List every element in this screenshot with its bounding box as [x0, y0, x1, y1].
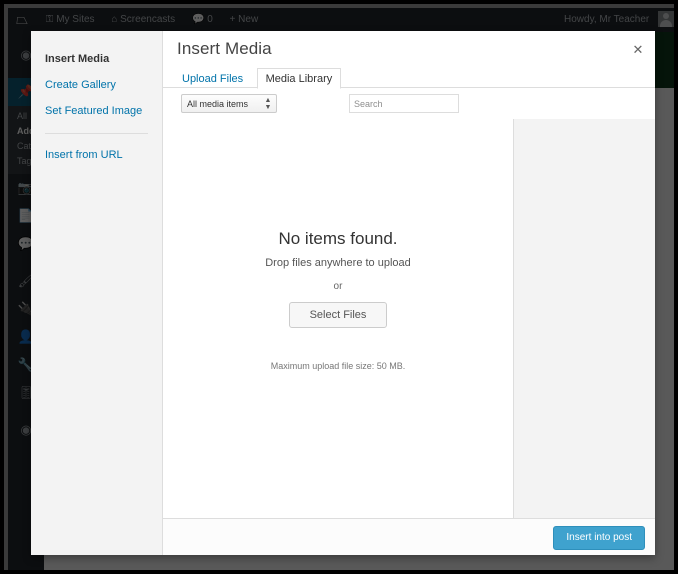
select-files-button[interactable]: Select Files — [288, 302, 388, 328]
modal-menu-divider — [45, 133, 148, 134]
insert-into-post-button[interactable]: Insert into post — [553, 526, 645, 550]
uploader-inline: No items found. Drop files anywhere to u… — [163, 229, 513, 371]
media-toolbar: All media items ▲ ▼ Search — [163, 89, 655, 119]
media-filter-select[interactable]: All media items ▲ ▼ — [181, 94, 277, 113]
modal-main-panel: Insert Media ✕ Upload Files Media Librar… — [163, 31, 655, 555]
insert-media-modal: Insert Media Create Gallery Set Featured… — [31, 31, 655, 555]
no-items-message: No items found. — [278, 229, 398, 248]
stepper-arrows-icon: ▲ ▼ — [264, 97, 272, 111]
max-upload-size-label: Maximum upload file size: 50 MB. — [270, 361, 406, 371]
tab-upload-files[interactable]: Upload Files — [173, 68, 252, 89]
close-icon[interactable]: ✕ — [627, 39, 649, 61]
or-separator-label: or — [333, 281, 343, 292]
search-input[interactable]: Search — [349, 94, 459, 113]
modal-menu-item-insert-media[interactable]: Insert Media — [31, 46, 162, 72]
modal-attachment-details-panel — [514, 119, 655, 519]
modal-menu-item-create-gallery[interactable]: Create Gallery — [31, 72, 162, 98]
modal-menu-item-insert-from-url[interactable]: Insert from URL — [31, 142, 162, 168]
attachments-browser[interactable]: No items found. Drop files anywhere to u… — [163, 119, 514, 519]
modal-title: Insert Media — [177, 39, 272, 58]
screenshot-frame: ⏢ ⚿ My Sites ⌂ Screencasts 💬 0 + New How… — [0, 0, 678, 574]
modal-footer-toolbar: Insert into post — [163, 518, 655, 555]
media-filter-value: All media items — [187, 99, 249, 109]
tab-media-library[interactable]: Media Library — [256, 68, 342, 89]
drop-files-message: Drop files anywhere to upload — [265, 257, 411, 269]
modal-menu-item-set-featured-image[interactable]: Set Featured Image — [31, 98, 162, 124]
modal-tab-bar: Upload Files Media Library — [163, 67, 655, 89]
modal-sidebar-menu: Insert Media Create Gallery Set Featured… — [31, 31, 163, 555]
